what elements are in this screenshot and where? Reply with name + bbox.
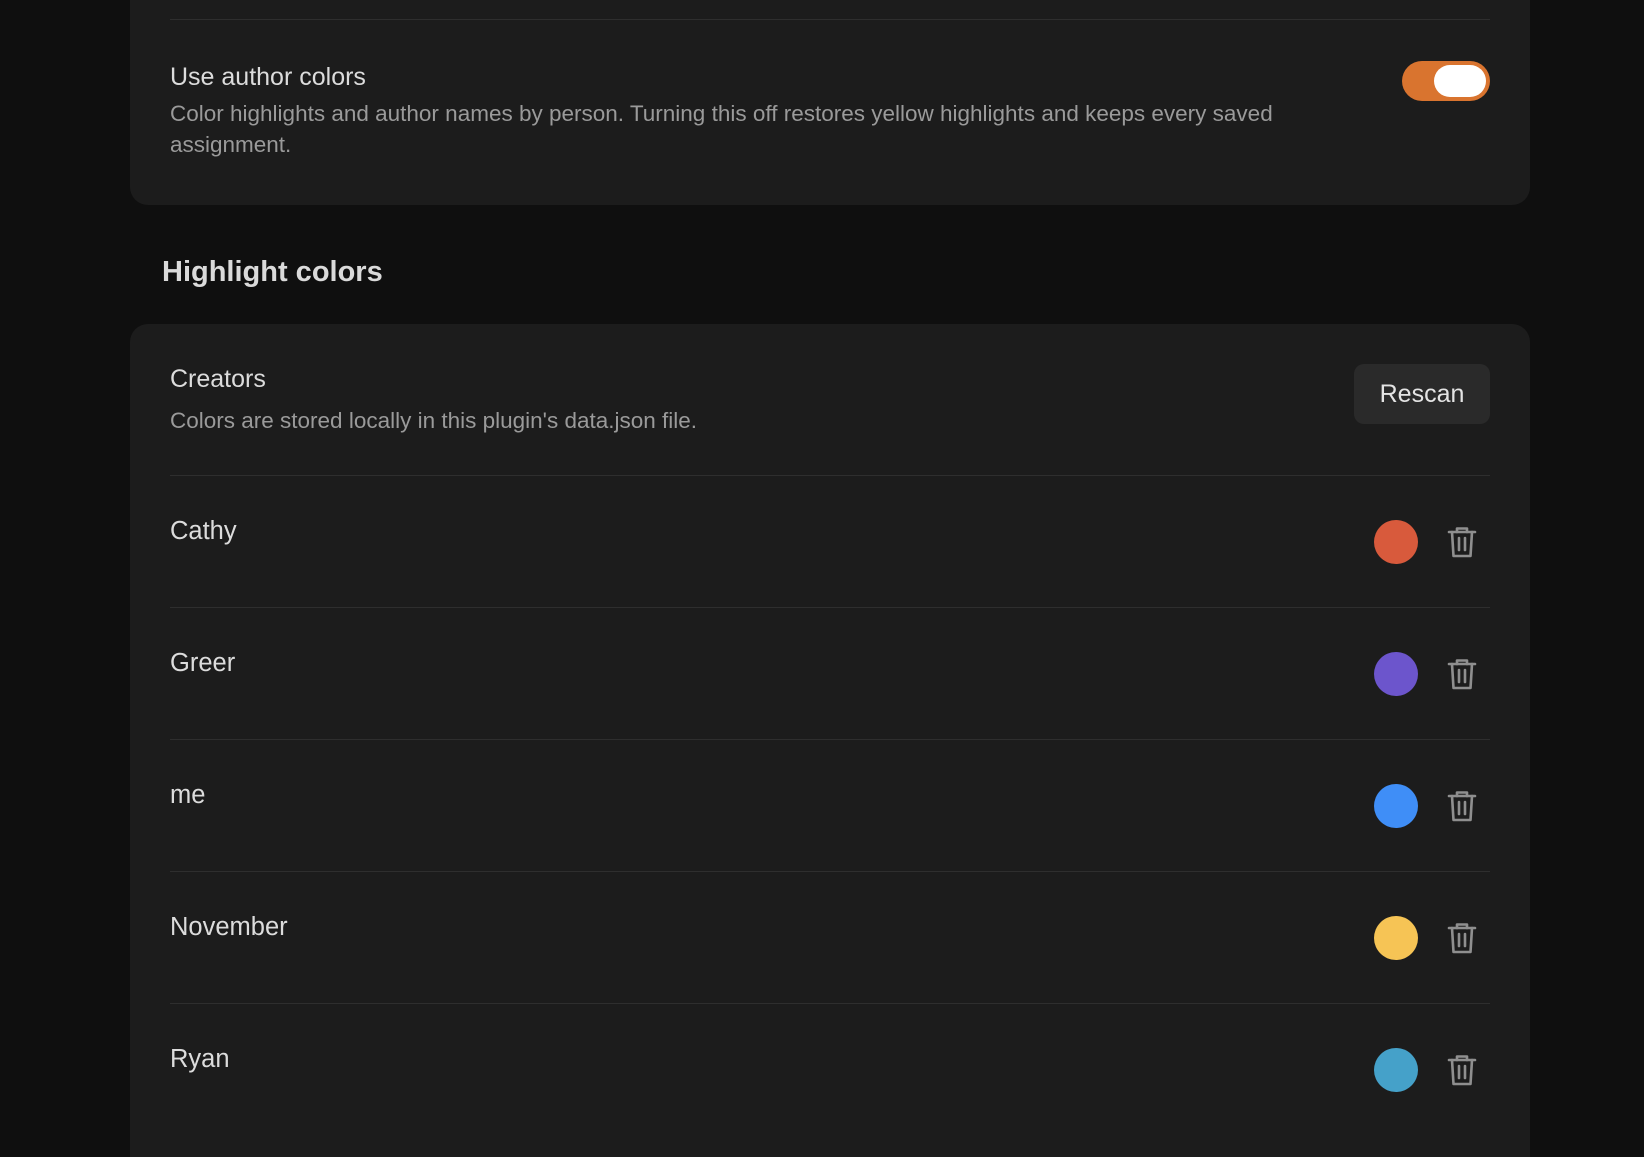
creator-row: Ryan bbox=[130, 1004, 1530, 1136]
color-swatch[interactable] bbox=[1374, 784, 1418, 828]
rescan-button[interactable]: Rescan bbox=[1354, 364, 1490, 424]
author-colors-toggle[interactable] bbox=[1402, 61, 1490, 101]
highlight-colors-card: Creators Colors are stored locally in th… bbox=[130, 324, 1530, 1157]
creator-name: Cathy bbox=[170, 517, 237, 545]
divider bbox=[170, 19, 1490, 20]
creator-name: Ryan bbox=[170, 1045, 230, 1073]
creator-name: me bbox=[170, 781, 206, 809]
color-swatch[interactable] bbox=[1374, 916, 1418, 960]
trash-icon[interactable] bbox=[1442, 786, 1482, 826]
color-swatch[interactable] bbox=[1374, 652, 1418, 696]
author-colors-card: Use author colors Color highlights and a… bbox=[130, 0, 1530, 205]
creator-row: November bbox=[130, 872, 1530, 1004]
creator-name: November bbox=[170, 913, 288, 941]
creator-row: me bbox=[130, 740, 1530, 872]
settings-page: Use author colors Color highlights and a… bbox=[0, 0, 1644, 1157]
trash-icon[interactable] bbox=[1442, 654, 1482, 694]
color-swatch[interactable] bbox=[1374, 520, 1418, 564]
toggle-knob bbox=[1434, 65, 1486, 97]
creator-row: Greer bbox=[130, 608, 1530, 740]
creator-row: Cathy bbox=[130, 476, 1530, 608]
highlight-colors-heading: Highlight colors bbox=[162, 256, 383, 288]
trash-icon[interactable] bbox=[1442, 918, 1482, 958]
creators-description: Colors are stored locally in this plugin… bbox=[170, 408, 698, 433]
color-swatch[interactable] bbox=[1374, 1048, 1418, 1092]
creator-name: Greer bbox=[170, 649, 236, 677]
author-colors-title: Use author colors bbox=[170, 63, 366, 91]
author-colors-description: Color highlights and author names by per… bbox=[170, 101, 1273, 157]
trash-icon[interactable] bbox=[1442, 522, 1482, 562]
creators-title: Creators bbox=[170, 365, 266, 393]
trash-icon[interactable] bbox=[1442, 1050, 1482, 1090]
